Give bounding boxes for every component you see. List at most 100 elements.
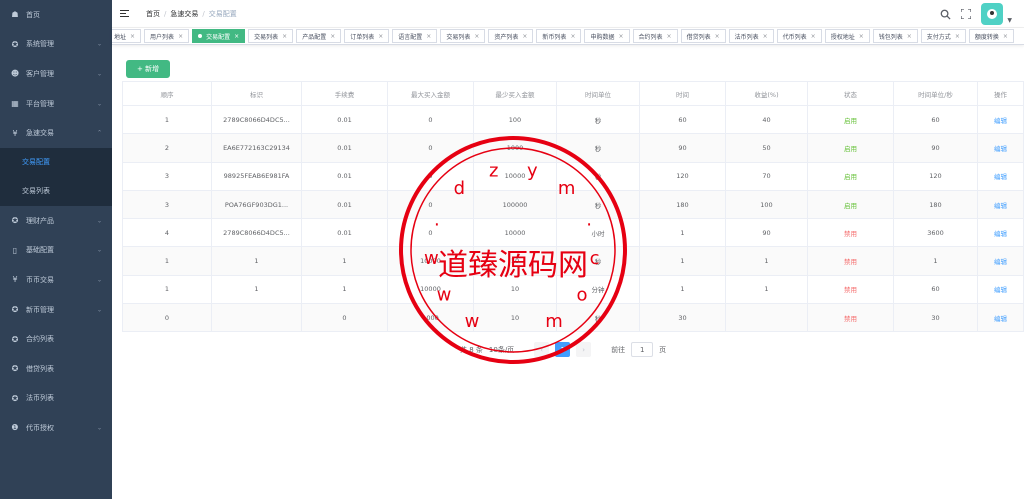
close-icon[interactable]: ×: [618, 33, 623, 40]
page-size-select[interactable]: 10条/页: [489, 345, 514, 355]
sidebar-item-a2[interactable]: ☻ 客户管理 ⌄: [0, 59, 112, 89]
close-icon[interactable]: ×: [955, 33, 960, 40]
tag-3[interactable]: 交易列表 ×: [248, 29, 294, 43]
close-icon[interactable]: ×: [667, 33, 672, 40]
tag-9[interactable]: 新币列表 ×: [536, 29, 582, 43]
avatar[interactable]: [981, 3, 1004, 25]
table-cell: 10000: [473, 218, 557, 248]
tag-0[interactable]: 地址 ×: [112, 29, 142, 43]
tag-5[interactable]: 订单列表 ×: [344, 29, 390, 43]
tag-8[interactable]: 资产列表 ×: [488, 29, 534, 43]
tag-14[interactable]: 代币列表 ×: [776, 29, 822, 43]
table-cell: 60: [893, 104, 978, 135]
column-header: 状态: [807, 81, 894, 106]
sidebar-item-b0[interactable]: ✪ 理财产品 ⌄: [0, 206, 112, 236]
edit-link[interactable]: 编辑: [977, 274, 1024, 305]
tag-label: 语言配置: [398, 33, 423, 41]
submenu-item-trade-config[interactable]: 交易配置: [0, 148, 112, 177]
edit-link[interactable]: 编辑: [977, 303, 1024, 333]
tag-16[interactable]: 钱包列表 ×: [872, 29, 918, 43]
table-cell: 10000: [387, 274, 474, 305]
edit-link[interactable]: 编辑: [977, 104, 1024, 135]
chevron-down-icon: ⌄: [96, 100, 102, 108]
goto-page-input[interactable]: 1: [631, 342, 654, 357]
hamburger-icon[interactable]: [120, 10, 134, 17]
sidebar-item-b2[interactable]: ¥ 币币交易 ⌄: [0, 265, 112, 295]
chevron-down-icon: ⌄: [96, 246, 102, 254]
prev-page-button[interactable]: ‹: [534, 342, 550, 357]
table-cell: 0.01: [301, 104, 388, 135]
close-icon[interactable]: ×: [859, 33, 864, 40]
sidebar-item-a3[interactable]: ▦ 平台管理 ⌄: [0, 89, 112, 119]
table-cell: 120: [639, 161, 726, 191]
submenu-item-trade-list[interactable]: 交易列表: [0, 177, 112, 206]
breadcrumb: 首页 / 急速交易 / 交易配置: [146, 9, 237, 19]
tag-12[interactable]: 借贷列表 ×: [680, 29, 726, 43]
add-button[interactable]: + 新增: [126, 60, 170, 78]
table-row: 4 2789C8066D4DC5... 0.01 0 10000 小时 1 90 禁用 3600 编…: [122, 218, 1024, 248]
tag-18[interactable]: 额度转换 ×: [968, 29, 1014, 43]
page-number-current[interactable]: 1: [555, 342, 571, 357]
tag-17[interactable]: 支付方式 ×: [920, 29, 966, 43]
edit-link[interactable]: 编辑: [977, 133, 1024, 163]
tag-1[interactable]: 用户列表 ×: [144, 29, 190, 43]
close-icon[interactable]: ×: [474, 33, 479, 40]
close-icon[interactable]: ×: [234, 33, 239, 40]
tag-6[interactable]: 语言配置 ×: [392, 29, 438, 43]
sidebar-item-a4[interactable]: ¥ 急速交易 ⌃: [0, 118, 112, 148]
next-page-button[interactable]: ›: [576, 342, 592, 357]
breadcrumb-home[interactable]: 首页: [146, 9, 160, 19]
edit-link[interactable]: 编辑: [977, 189, 1024, 220]
breadcrumb-fast-trade[interactable]: 急速交易: [170, 9, 198, 19]
close-icon[interactable]: ×: [522, 33, 527, 40]
close-icon[interactable]: ×: [811, 33, 816, 40]
table-cell: 10: [473, 246, 557, 276]
close-icon[interactable]: ×: [1003, 33, 1008, 40]
edit-link[interactable]: 编辑: [977, 246, 1024, 276]
status-cell: 启用: [807, 161, 894, 191]
close-icon[interactable]: ×: [426, 33, 431, 40]
sidebar-item-b5[interactable]: ✪ 借贷列表: [0, 354, 112, 384]
tag-10[interactable]: 申购数据 ×: [584, 29, 630, 43]
edit-link[interactable]: 编辑: [977, 161, 1024, 191]
close-icon[interactable]: ×: [178, 33, 183, 40]
tag-2[interactable]: 交易配置 ×: [192, 29, 246, 43]
breadcrumb-current: 交易配置: [208, 9, 237, 18]
goto-label: 前往: [611, 345, 626, 354]
sidebar-item-b6[interactable]: ✪ 法币列表: [0, 384, 112, 414]
fullscreen-icon[interactable]: [961, 9, 972, 19]
edit-link[interactable]: 编辑: [977, 218, 1024, 248]
close-icon[interactable]: ×: [570, 33, 575, 40]
tag-label: 订单列表: [350, 33, 375, 41]
close-icon[interactable]: ×: [378, 33, 383, 40]
tag-label: 代币列表: [782, 33, 807, 41]
tag-7[interactable]: 交易列表 ×: [440, 29, 486, 43]
column-header: 手续费: [301, 81, 388, 106]
close-icon[interactable]: ×: [907, 33, 912, 40]
sidebar-item-a0[interactable]: ☗ 首页: [0, 0, 112, 30]
sidebar-item-b4[interactable]: ✪ 合约列表: [0, 324, 112, 354]
tag-label: 资产列表: [494, 33, 519, 41]
column-header: 时间单位/秒: [893, 81, 978, 106]
tag-4[interactable]: 产品配置 ×: [296, 29, 342, 43]
caret-down-icon[interactable]: ▼: [1007, 17, 1012, 24]
tag-13[interactable]: 法币列表 ×: [728, 29, 774, 43]
sidebar-item-b3[interactable]: ✪ 新币管理 ⌄: [0, 295, 112, 325]
table-cell: 0.01: [301, 133, 388, 163]
close-icon[interactable]: ×: [130, 33, 135, 40]
close-icon[interactable]: ×: [763, 33, 768, 40]
tag-11[interactable]: 合约列表 ×: [632, 29, 678, 43]
sidebar-item-b7[interactable]: ❶ 代币授权 ⌄: [0, 413, 112, 443]
sidebar-item-label: 合约列表: [26, 335, 54, 344]
table-cell: 0: [387, 104, 474, 135]
config-table: 顺序 标识 手续费 最大买入金额 最少买入金额 时间单位 时间 收益(%) 状态 时间单位/秒 操作…: [122, 81, 1024, 333]
close-icon[interactable]: ×: [282, 33, 287, 40]
sidebar-item-a1[interactable]: ✪ 系统管理 ⌄: [0, 30, 112, 60]
tag-15[interactable]: 授权地址 ×: [824, 29, 870, 43]
close-icon[interactable]: ×: [330, 33, 335, 40]
table-cell: 4: [122, 218, 212, 248]
close-icon[interactable]: ×: [715, 33, 720, 40]
sidebar-item-b1[interactable]: ▯ 基础配置 ⌄: [0, 236, 112, 266]
search-icon[interactable]: [940, 9, 951, 20]
table-cell: 秒: [556, 246, 640, 276]
